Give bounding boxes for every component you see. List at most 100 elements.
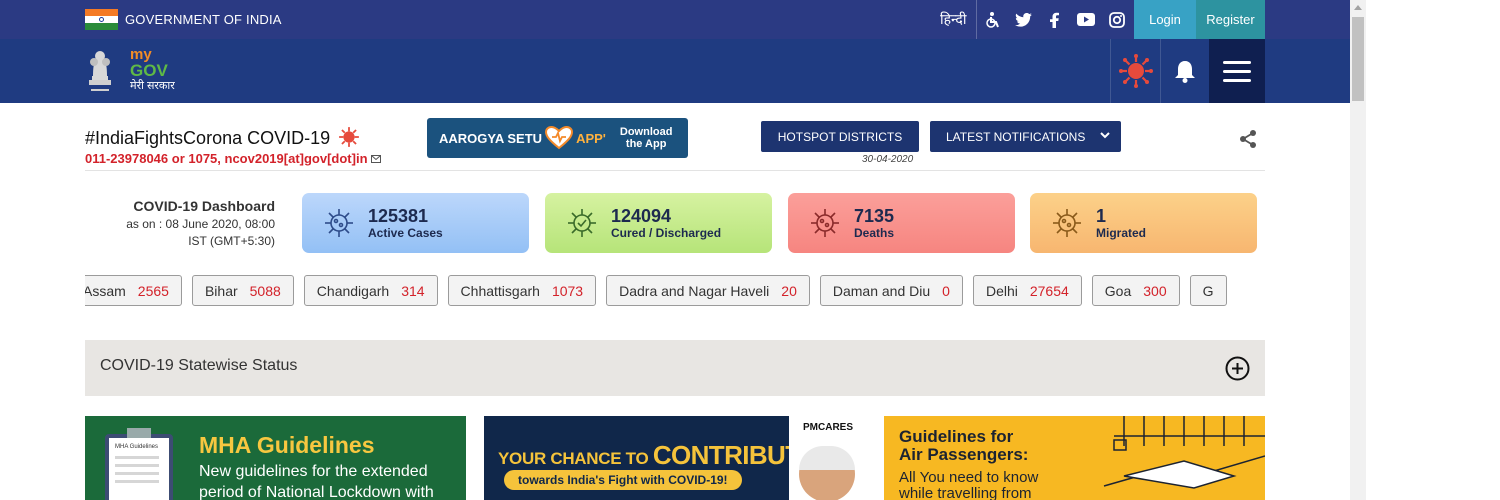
virus-icon [325, 209, 353, 237]
cured-label: Cured / Discharged [611, 226, 722, 240]
clipboard-label: MHA Guidelines [115, 444, 159, 450]
statewise-status-accordion[interactable]: COVID-19 Statewise Status [85, 340, 1265, 396]
state-chip[interactable]: Bihar 5088 [191, 275, 294, 306]
state-count: 0 [942, 282, 950, 299]
timestamp-line-1: as on : 08 June 2020, 08:00 [126, 217, 275, 231]
logo-gov: GOV [130, 61, 168, 80]
mha-guidelines-banner[interactable]: MHA Guidelines MHA Guidelines New guidel… [85, 416, 466, 500]
virus-icon [811, 209, 839, 237]
expand-plus-icon[interactable] [1225, 356, 1250, 381]
login-button[interactable]: Login [1134, 0, 1196, 39]
notifications-label: LATEST NOTIFICATIONS [946, 129, 1086, 144]
page: GOVERNMENT OF INDIA हिन्दी Login Registe… [0, 0, 1500, 500]
state-name: Daman and Diu [832, 282, 931, 299]
state-count: 2565 [137, 282, 169, 299]
site-header: my GOV मेरी सरकार [0, 39, 1350, 103]
scroll-up-icon[interactable] [1354, 5, 1362, 10]
pm-cares-logo: PMCARES [789, 416, 865, 500]
contribute-heading: YOUR CHANCE TO CONTRIBUTE [498, 440, 818, 471]
state-chip[interactable]: Daman and Diu 0 [819, 275, 963, 306]
hashtag-title: #IndiaFightsCorona COVID-19 [85, 125, 361, 149]
state-ticker-track: Assam 2565 Bihar 5088 Chandigarh 314 Chhattisg… [85, 275, 1227, 306]
state-chip[interactable]: G [1189, 275, 1227, 306]
download-app-label: Download the App [620, 126, 673, 150]
blank-area [1366, 0, 1500, 500]
twitter-icon[interactable] [1008, 0, 1039, 39]
national-emblem-icon[interactable] [85, 46, 115, 96]
air-passengers-banner[interactable]: Guidelines for Air Passengers: All You n… [884, 416, 1265, 500]
state-count: 27654 [1029, 282, 1069, 299]
state-count: 300 [1143, 282, 1167, 299]
divider [85, 170, 1265, 171]
state-name: Bihar [204, 282, 238, 299]
pm-cares-label: PMCARES [803, 422, 854, 433]
stat-card-active[interactable]: 125381 Active Cases [302, 193, 529, 253]
latest-notifications-dropdown[interactable]: LATEST NOTIFICATIONS [930, 121, 1121, 152]
state-count: 5088 [249, 282, 281, 299]
mha-text: New guidelines for the extended period o… [199, 461, 434, 500]
accessibility-icon[interactable] [977, 0, 1008, 39]
download-line-2: the App [625, 138, 667, 150]
gov-title: GOVERNMENT OF INDIA [125, 12, 282, 27]
aarogya-label: AAROGYA SETU [439, 130, 543, 146]
dashboard-timestamp: as on : 08 June 2020, 08:00 IST (GMT+5:3… [85, 216, 275, 250]
state-count: 20 [781, 282, 797, 299]
aarogya-app-label: APP' [576, 130, 606, 146]
virus-icon [339, 127, 360, 147]
state-chip[interactable]: Delhi 27654 [972, 275, 1082, 306]
aarogya-setu-download-banner[interactable]: AAROGYA SETU APP' Download the App [427, 118, 688, 158]
state-count: 1073 [551, 282, 584, 299]
state-name: Delhi [985, 282, 1018, 299]
register-button[interactable]: Register [1196, 0, 1265, 39]
migrated-label: Migrated [1096, 226, 1147, 240]
state-chip[interactable]: Goa 300 [1091, 275, 1180, 306]
language-hindi-link[interactable]: हिन्दी [930, 0, 978, 39]
state-name: Assam [85, 282, 126, 299]
download-line-1: Download [619, 126, 673, 138]
pm-cares-banner[interactable]: YOUR CHANCE TO CONTRIBUTE towards India'… [484, 416, 865, 500]
virus-icon [1053, 209, 1081, 237]
helpline-text: 011-23978046 or 1075, ncov2019[at]gov[do… [85, 151, 368, 166]
gov-bar: GOVERNMENT OF INDIA हिन्दी Login Registe… [0, 0, 1350, 39]
helpline-contact[interactable]: 011-23978046 or 1075, ncov2019[at]gov[do… [85, 151, 382, 166]
stat-card-cured[interactable]: 124094 Cured / Discharged [545, 193, 772, 253]
state-name: Chandigarh [316, 282, 390, 299]
facebook-icon[interactable] [1039, 0, 1070, 39]
contribute-pre: YOUR CHANCE TO [498, 449, 653, 468]
airport-illustration-icon [1103, 416, 1265, 489]
vertical-scrollbar[interactable] [1350, 0, 1366, 500]
state-count: 314 [401, 282, 425, 299]
bell-icon[interactable] [1160, 39, 1209, 103]
deaths-label: Deaths [854, 226, 895, 240]
state-chip[interactable]: Dadra and Nagar Haveli 20 [606, 275, 810, 306]
mail-icon [371, 155, 382, 163]
state-name: Dadra and Nagar Haveli [619, 282, 770, 299]
hotspot-districts-button[interactable]: HOTSPOT DISTRICTS [761, 121, 919, 152]
clipboard-icon: MHA Guidelines [105, 428, 173, 500]
mha-text-line-2: period of National Lockdown with [199, 484, 434, 500]
air-title-line-2: Air Passengers: [899, 445, 1029, 464]
scrollbar-thumb[interactable] [1352, 17, 1364, 101]
mygov-logo[interactable]: my GOV मेरी सरकार [130, 47, 190, 97]
covid-virus-icon[interactable] [1110, 39, 1160, 103]
hamburger-menu-button[interactable] [1209, 39, 1265, 103]
air-text: All You need to know while travelling fr… [899, 470, 1038, 500]
logo-tagline: मेरी सरकार [130, 80, 175, 92]
youtube-icon[interactable] [1070, 0, 1101, 39]
share-icon[interactable] [1238, 129, 1258, 154]
cured-value: 124094 [611, 206, 672, 226]
state-chip[interactable]: Assam 2565 [85, 275, 182, 306]
stat-card-deaths[interactable]: 7135 Deaths [788, 193, 1015, 253]
timestamp-line-2: IST (GMT+5:30) [188, 234, 275, 248]
heart-icon [545, 126, 574, 150]
air-title-line-1: Guidelines for [899, 427, 1014, 446]
state-chip[interactable]: Chhattisgarh 1073 [447, 275, 597, 306]
state-chip[interactable]: Chandigarh 314 [303, 275, 438, 306]
mha-title: MHA Guidelines [199, 432, 375, 458]
contribute-subtext: towards India's Fight with COVID-19! [504, 470, 742, 490]
instagram-icon[interactable] [1101, 0, 1132, 39]
stat-card-migrated[interactable]: 1 Migrated [1030, 193, 1257, 253]
active-cases-label: Active Cases [368, 226, 443, 240]
hotspot-date: 30-04-2020 [862, 154, 914, 165]
mha-text-line-1: New guidelines for the extended [199, 463, 428, 480]
